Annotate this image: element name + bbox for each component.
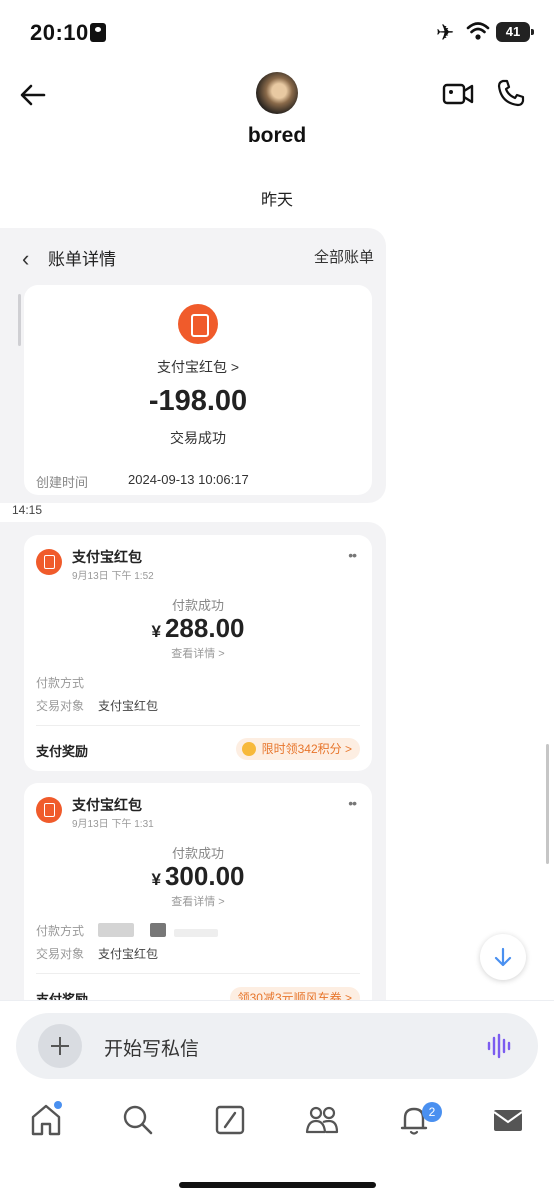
bill-time-label: 创建时间 (36, 475, 89, 490)
chat-username[interactable]: bored (0, 124, 554, 148)
home-indicator (179, 1182, 376, 1188)
bill-time-value: 2024-09-13 10:06:17 (128, 472, 249, 487)
payment-target-label: 交易对象 (36, 699, 85, 713)
scroll-to-bottom-button[interactable] (480, 934, 526, 980)
back-arrow-icon[interactable] (16, 78, 50, 112)
avatar[interactable] (256, 72, 298, 114)
payment-card: 支付宝红包 9月13日 下午 1:31 •• 付款成功 ¥300.00 查看详情… (24, 783, 372, 1013)
red-packet-icon (36, 549, 62, 575)
video-call-icon[interactable] (442, 80, 474, 108)
id-card-icon (90, 23, 106, 42)
airplane-icon: ✈ (436, 20, 455, 45)
payment-merchant: 支付宝红包 (72, 549, 142, 565)
red-packet-icon (178, 304, 218, 344)
add-attachment-button[interactable] (38, 1024, 82, 1068)
more-icon: •• (348, 795, 357, 811)
status-bar: 20:10 ✈ 41 (0, 0, 554, 66)
arrow-down-icon (494, 947, 512, 967)
reward-pill: 限时领342积分 > (235, 738, 360, 760)
bill-amount: -198.00 (148, 385, 248, 417)
community-icon[interactable] (304, 1102, 340, 1138)
phone-call-icon[interactable] (496, 78, 526, 108)
chevron-left-icon: ‹ (22, 246, 30, 271)
all-bills-link: 全部账单 (313, 249, 374, 266)
notification-badge: 2 (422, 1102, 442, 1122)
payment-status: 付款成功 (171, 846, 224, 861)
payment-card: 支付宝红包 9月13日 下午 1:52 •• 付款成功 ¥288.00 查看详情… (24, 535, 372, 771)
redacted-block (150, 923, 166, 937)
payment-method-label: 付款方式 (36, 924, 85, 938)
chat-scrollbar[interactable] (546, 744, 549, 864)
divider (36, 973, 360, 974)
payment-target-value: 支付宝红包 (98, 699, 159, 713)
home-unread-dot (54, 1101, 62, 1109)
payment-target-label: 交易对象 (36, 947, 85, 961)
status-time: 20:10 (30, 20, 89, 45)
message-input[interactable] (16, 1013, 538, 1079)
date-divider: 昨天 (260, 192, 293, 209)
payment-detail-link: 查看详情 > (171, 896, 225, 908)
payment-amount: ¥300.00 (151, 861, 245, 891)
bill-status: 交易成功 (170, 430, 226, 446)
compose-icon[interactable] (212, 1102, 248, 1138)
payment-date: 9月13日 下午 1:31 (72, 819, 154, 830)
reward-label: 支付奖励 (36, 744, 89, 759)
payment-amount: ¥288.00 (151, 613, 245, 643)
payment-method-label: 付款方式 (36, 676, 85, 690)
message-timestamp: 14:15 (12, 503, 43, 517)
battery-indicator: 41 (496, 22, 534, 42)
payment-date: 9月13日 下午 1:52 (72, 571, 154, 582)
red-packet-icon (36, 797, 62, 823)
search-icon[interactable] (120, 1102, 156, 1138)
coin-icon (241, 742, 256, 756)
wifi-icon (466, 22, 490, 40)
payment-merchant: 支付宝红包 (72, 797, 142, 813)
redacted-block (98, 923, 134, 937)
bill-merchant: 支付宝红包 > (156, 359, 240, 375)
divider (36, 725, 360, 726)
more-icon: •• (348, 547, 357, 563)
payment-target-value: 支付宝红包 (98, 947, 159, 961)
message-placeholder[interactable]: 开始写私信 (104, 1034, 199, 1061)
payment-status: 付款成功 (171, 598, 224, 613)
payment-detail-link: 查看详情 > (171, 648, 225, 660)
redacted-block (174, 929, 218, 937)
messages-icon[interactable] (490, 1102, 526, 1138)
voice-wave-icon[interactable] (486, 1032, 514, 1060)
image-scrollbar (18, 294, 21, 346)
bill-title: 账单详情 (48, 250, 116, 269)
